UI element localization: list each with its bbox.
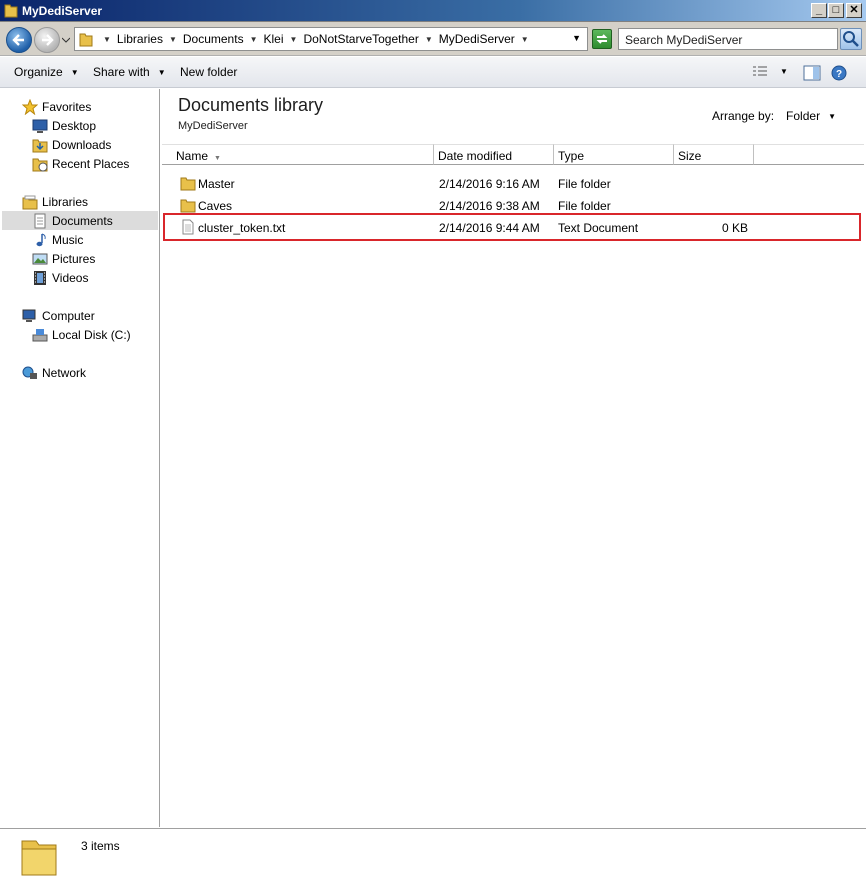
breadcrumb-root-arrow[interactable]: ▼: [97, 35, 117, 44]
nav-documents[interactable]: Documents: [2, 211, 158, 230]
documents-icon: [32, 213, 48, 229]
desktop-icon: [32, 118, 48, 134]
item-count: 3 items: [81, 839, 120, 853]
folder-icon: [4, 4, 18, 18]
search-input[interactable]: Search MyDediServer: [618, 28, 838, 50]
downloads-icon: [32, 137, 48, 153]
star-icon: [21, 98, 39, 115]
navigation-pane: Favorites Desktop Downloads Recent Place…: [2, 89, 160, 827]
folder-icon: [180, 177, 196, 191]
nav-recent-places[interactable]: Recent Places: [32, 154, 129, 173]
breadcrumb-mydediserver[interactable]: MyDediServer ▼: [439, 32, 535, 46]
nav-computer[interactable]: Computer: [22, 306, 95, 325]
breadcrumb[interactable]: ▼ Libraries ▼ Documents ▼ Klei ▼ DoNotStarv…: [74, 27, 588, 51]
nav-videos[interactable]: Videos: [32, 268, 88, 287]
status-bar: 3 items: [0, 828, 866, 882]
forward-button[interactable]: [34, 27, 60, 53]
new-folder-button[interactable]: New folder: [180, 65, 237, 79]
highlight-box: [163, 213, 861, 241]
nav-pictures[interactable]: Pictures: [32, 249, 95, 268]
column-header-name[interactable]: Name ▼: [162, 144, 434, 165]
nav-favorites[interactable]: Favorites: [21, 97, 91, 116]
nav-downloads[interactable]: Downloads: [32, 135, 111, 154]
view-dropdown-icon[interactable]: ▼: [780, 67, 788, 76]
library-title: Documents library: [178, 95, 324, 115]
pictures-icon: [32, 251, 48, 267]
file-row-master[interactable]: Master 2/14/2016 9:16 AM File folder: [162, 173, 862, 193]
title-bar: MyDediServer _ □ ✕: [0, 0, 866, 22]
address-bar: ▼ Libraries ▼ Documents ▼ Klei ▼ DoNotStarv…: [0, 22, 866, 56]
column-header-date[interactable]: Date modified: [434, 144, 554, 165]
column-header-filler: [754, 144, 864, 165]
minimize-button[interactable]: _: [811, 3, 827, 18]
folder-icon: [21, 840, 57, 876]
breadcrumb-klei[interactable]: Klei ▼: [264, 32, 304, 46]
hard-disk-icon: [32, 327, 48, 343]
videos-icon: [32, 270, 48, 286]
breadcrumb-libraries[interactable]: Libraries ▼: [117, 32, 183, 46]
sort-arrow-icon: ▼: [214, 155, 221, 162]
file-row-caves[interactable]: Caves 2/14/2016 9:38 AM File folder: [162, 195, 862, 215]
arrange-dropdown-icon: ▼: [828, 111, 836, 121]
view-options-icon[interactable]: [752, 65, 768, 79]
back-arrow-icon: [12, 34, 24, 46]
help-icon[interactable]: ?: [831, 65, 847, 81]
forward-arrow-icon: [42, 34, 54, 46]
address-dropdown-icon[interactable]: ▼: [572, 33, 581, 43]
command-bar: Organize ▼ Share with ▼ New folder ▼ ?: [0, 57, 866, 88]
nav-music[interactable]: Music: [32, 230, 83, 249]
folder-icon: [79, 33, 93, 47]
refresh-icon: [596, 34, 608, 44]
maximize-button[interactable]: □: [828, 3, 844, 18]
computer-icon: [22, 308, 38, 324]
recent-places-icon: [32, 156, 48, 172]
library-subtitle: MyDediServer: [178, 120, 248, 132]
search-icon: [843, 31, 859, 47]
nav-libraries[interactable]: Libraries: [22, 192, 88, 211]
network-icon: [22, 365, 38, 381]
window-title: MyDediServer: [22, 4, 103, 18]
organize-button[interactable]: Organize ▼: [14, 65, 79, 79]
share-with-button[interactable]: Share with ▼: [93, 65, 166, 79]
history-dropdown-icon[interactable]: [62, 36, 70, 44]
svg-text:?: ?: [836, 69, 842, 80]
back-button[interactable]: [6, 27, 32, 53]
folder-icon: [180, 199, 196, 213]
nav-network[interactable]: Network: [22, 363, 86, 382]
nav-local-disk[interactable]: Local Disk (C:): [32, 325, 131, 344]
close-button[interactable]: ✕: [846, 3, 862, 18]
search-button[interactable]: [840, 28, 862, 50]
music-icon: [32, 232, 48, 248]
breadcrumb-documents[interactable]: Documents ▼: [183, 32, 264, 46]
refresh-button[interactable]: [592, 29, 612, 49]
file-list-pane: Documents library MyDediServer Arrange b…: [162, 89, 864, 827]
arrange-by[interactable]: Arrange by: Folder ▼: [712, 109, 836, 123]
libraries-icon: [22, 194, 38, 210]
column-header-type[interactable]: Type: [554, 144, 674, 165]
breadcrumb-donotstarvetogether[interactable]: DoNotStarveTogether ▼: [303, 32, 438, 46]
nav-desktop[interactable]: Desktop: [32, 116, 96, 135]
column-header-size[interactable]: Size: [674, 144, 754, 165]
preview-pane-icon[interactable]: [803, 65, 821, 81]
